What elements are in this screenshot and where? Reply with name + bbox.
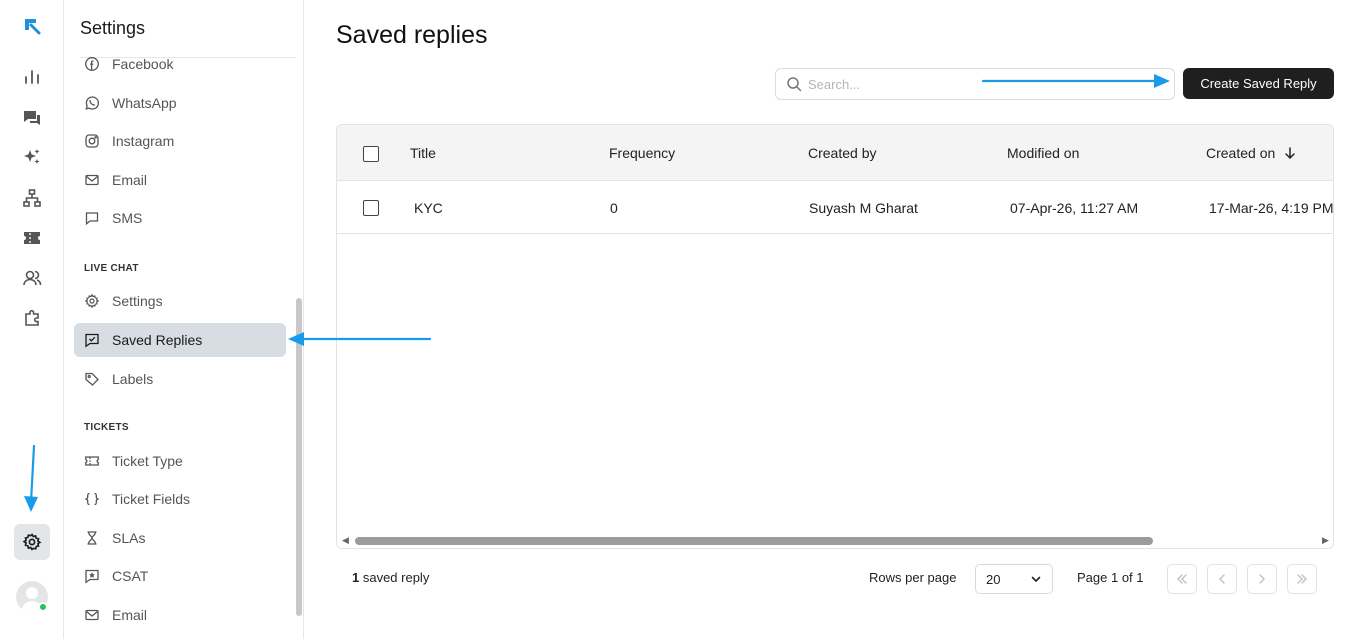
saved-replies-table: Title Frequency Created by Modified on C… <box>336 124 1334 549</box>
email-icon <box>84 172 100 188</box>
search-box[interactable] <box>775 68 1175 100</box>
saved-reply-count: 1 saved reply <box>352 570 429 585</box>
icon-rail <box>0 0 64 639</box>
nav-item-csat[interactable]: CSAT <box>74 559 286 593</box>
column-header-frequency[interactable]: Frequency <box>609 125 675 180</box>
tag-icon <box>84 371 100 387</box>
chevrons-right-icon <box>1297 574 1308 584</box>
section-label-tickets: TICKETS <box>84 422 129 433</box>
cell-created-by: Suyash M Gharat <box>809 199 918 216</box>
chevron-right-icon <box>1259 574 1266 584</box>
nav-item-ticket-type[interactable]: Ticket Type <box>74 444 286 478</box>
page-title: Saved replies <box>336 21 488 49</box>
table-horizontal-scrollbar[interactable]: ◀ ▶ <box>337 534 1333 548</box>
scroll-left-icon[interactable]: ◀ <box>342 535 349 546</box>
nav-item-label: Settings <box>112 293 163 309</box>
nav-item-label: Instagram <box>112 133 175 149</box>
scroll-right-icon[interactable]: ▶ <box>1322 535 1329 546</box>
instagram-icon <box>84 133 100 149</box>
nav-item-label: Email <box>112 607 148 623</box>
nav-item-label: Ticket Fields <box>112 491 191 507</box>
tickets-icon[interactable] <box>16 222 48 254</box>
contacts-icon[interactable] <box>16 262 48 294</box>
sort-descending-icon[interactable] <box>1283 146 1297 160</box>
rows-per-page-label: Rows per page <box>869 570 957 585</box>
nav-item-facebook[interactable]: Facebook <box>74 47 286 81</box>
column-header-created-by[interactable]: Created by <box>808 125 876 180</box>
ai-sparkle-icon[interactable] <box>16 141 48 173</box>
ticket-icon <box>84 453 100 469</box>
column-header-created-on[interactable]: Created on <box>1206 125 1297 180</box>
nav-item-ticket-email[interactable]: Email <box>74 598 286 632</box>
hourglass-icon <box>84 530 100 546</box>
create-saved-reply-button[interactable]: Create Saved Reply <box>1183 68 1334 99</box>
nav-item-labels[interactable]: Labels <box>74 362 286 396</box>
last-page-button[interactable] <box>1287 564 1317 594</box>
nav-item-sms[interactable]: SMS <box>74 201 286 235</box>
page-indicator: Page 1 of 1 <box>1077 570 1144 585</box>
settings-sidebar: Settings Facebook WhatsApp Instagram Ema… <box>64 0 304 639</box>
table-row[interactable]: KYC 0 Suyash M Gharat 07-Apr-26, 11:27 A… <box>337 182 1334 234</box>
saved-reply-icon <box>84 332 100 348</box>
analytics-icon[interactable] <box>16 61 48 93</box>
integrations-icon[interactable] <box>16 302 48 334</box>
nav-item-label: Email <box>112 172 148 188</box>
count-suffix: saved reply <box>359 570 430 585</box>
nav-item-label: WhatsApp <box>112 95 177 111</box>
workflow-icon[interactable] <box>16 182 48 214</box>
select-all-checkbox[interactable] <box>363 146 379 162</box>
chevron-down-icon <box>1031 576 1041 583</box>
braces-icon <box>84 491 100 507</box>
nav-item-live-chat-settings[interactable]: Settings <box>74 284 286 318</box>
section-label-live-chat: LIVE CHAT <box>84 263 139 274</box>
column-header-modified-on[interactable]: Modified on <box>1007 125 1079 180</box>
facebook-icon <box>84 56 100 72</box>
star-icon <box>84 568 100 584</box>
settings-icon[interactable] <box>14 524 50 560</box>
nav-item-email[interactable]: Email <box>74 163 286 197</box>
nav-item-label: Ticket Type <box>112 453 183 469</box>
rows-per-page-value: 20 <box>986 571 1001 587</box>
row-checkbox[interactable] <box>363 200 379 216</box>
nav-item-label: SLAs <box>112 530 146 546</box>
logo-icon[interactable] <box>16 10 48 42</box>
table-header: Title Frequency Created by Modified on C… <box>337 125 1333 181</box>
nav-item-instagram[interactable]: Instagram <box>74 124 286 158</box>
search-icon <box>787 77 802 92</box>
nav-item-label: CSAT <box>112 568 149 584</box>
cell-title: KYC <box>414 199 443 216</box>
whatsapp-icon <box>84 95 100 111</box>
gear-icon <box>84 293 100 309</box>
previous-page-button[interactable] <box>1207 564 1237 594</box>
nav-item-saved-replies[interactable]: Saved Replies <box>74 323 286 357</box>
email-icon <box>84 607 100 623</box>
nav-item-label: SMS <box>112 210 143 226</box>
cell-frequency: 0 <box>610 199 618 216</box>
sms-icon <box>84 210 100 226</box>
rows-per-page-select[interactable]: 20 <box>975 564 1053 594</box>
nav-item-label: Labels <box>112 371 154 387</box>
search-input[interactable] <box>808 76 1148 92</box>
nav-item-slas[interactable]: SLAs <box>74 521 286 555</box>
scrollbar-thumb[interactable] <box>355 537 1153 545</box>
cell-modified-on: 07-Apr-26, 11:27 AM <box>1010 199 1139 216</box>
chevron-left-icon <box>1218 574 1225 584</box>
nav-item-label: Saved Replies <box>112 332 203 348</box>
next-page-button[interactable] <box>1247 564 1277 594</box>
column-header-label: Created on <box>1206 144 1276 161</box>
settings-title: Settings <box>80 18 146 38</box>
cell-created-on: 17-Mar-26, 4:19 PM <box>1209 199 1334 216</box>
nav-item-ticket-fields[interactable]: Ticket Fields <box>74 482 286 516</box>
first-page-button[interactable] <box>1167 564 1197 594</box>
chevrons-left-icon <box>1176 574 1187 584</box>
conversations-icon[interactable] <box>16 102 48 134</box>
column-header-title[interactable]: Title <box>410 125 436 180</box>
nav-item-whatsapp[interactable]: WhatsApp <box>74 86 286 120</box>
nav-item-label: Facebook <box>112 56 174 72</box>
online-status-indicator <box>38 602 48 612</box>
sidebar-scrollbar[interactable] <box>296 298 302 616</box>
